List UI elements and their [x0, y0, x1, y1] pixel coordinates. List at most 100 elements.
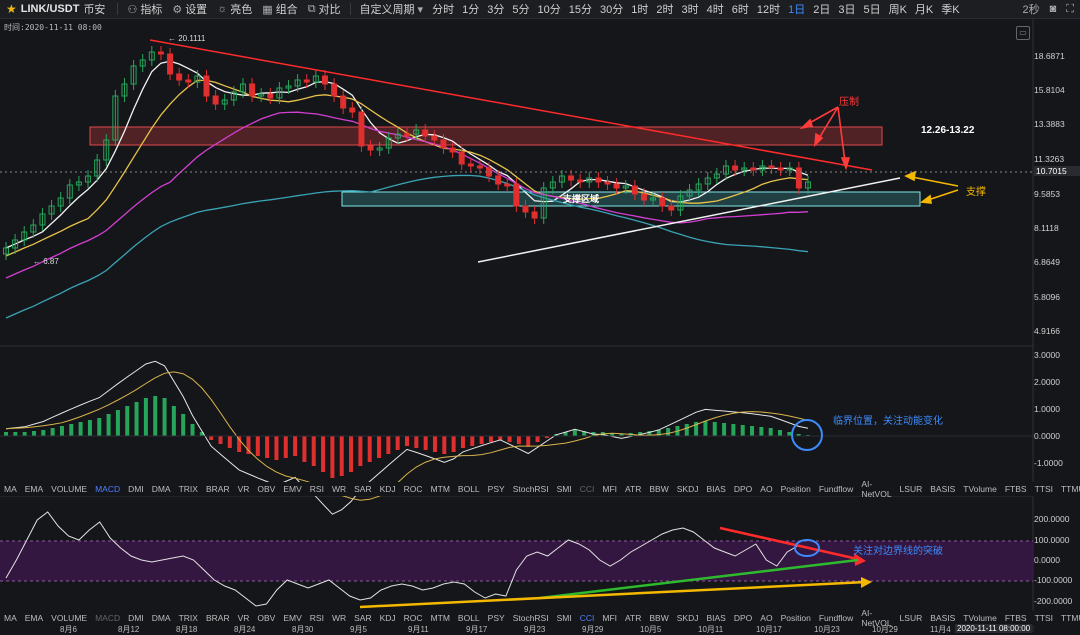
indicator-tab-psy[interactable]: PSY — [484, 613, 509, 623]
indicator-tab-trix[interactable]: TRIX — [175, 484, 202, 494]
indicator-tab-roc[interactable]: ROC — [400, 484, 427, 494]
macd-bar — [432, 436, 437, 452]
indicator-tab-dpo[interactable]: DPO — [730, 484, 756, 494]
indicator-tab-skdj[interactable]: SKDJ — [673, 484, 703, 494]
macd-bar — [134, 402, 139, 436]
macd-bar — [97, 418, 102, 436]
indicator-tab-vr[interactable]: VR — [234, 484, 254, 494]
indicator-tab-smi[interactable]: SMI — [553, 484, 576, 494]
indicator-tab-sar[interactable]: SAR — [350, 613, 375, 623]
indicator-tab-volume[interactable]: VOLUME — [47, 484, 91, 494]
indicator-tab-dmi[interactable]: DMI — [124, 613, 148, 623]
macd-bar — [442, 436, 447, 454]
indicator-tab-obv[interactable]: OBV — [253, 484, 279, 494]
indicator-tab-ttsi[interactable]: TTSI — [1031, 484, 1057, 494]
indicator-tab-bbw[interactable]: BBW — [645, 613, 672, 623]
indicator-tab-lsur[interactable]: LSUR — [896, 484, 927, 494]
indicator-tab-emv[interactable]: EMV — [279, 484, 305, 494]
indicator-tab-bias[interactable]: BIAS — [702, 484, 729, 494]
indicator-tab-wr[interactable]: WR — [328, 484, 350, 494]
indicator-tab-smi[interactable]: SMI — [553, 613, 576, 623]
indicator-tab-stochrsi[interactable]: StochRSI — [509, 613, 553, 623]
candle-body — [422, 129, 429, 137]
indicator-tab-vr[interactable]: VR — [234, 613, 254, 623]
candle-body — [568, 175, 575, 181]
indicator-tab-ttmu[interactable]: TTMU — [1057, 484, 1080, 494]
indicator-tab-position[interactable]: Position — [777, 613, 815, 623]
indicator-tab-ema[interactable]: EMA — [21, 484, 47, 494]
indicator-tab-rsi[interactable]: RSI — [306, 484, 328, 494]
indicator-tab-rsi[interactable]: RSI — [306, 613, 328, 623]
indicator-tab-cci[interactable]: CCI — [576, 484, 599, 494]
axis-tick-label: 100.0000 — [1034, 535, 1070, 545]
indicator-tab-stochrsi[interactable]: StochRSI — [509, 484, 553, 494]
indicator-tab-bbw[interactable]: BBW — [645, 484, 672, 494]
indicator-tab-kdj[interactable]: KDJ — [376, 613, 400, 623]
indicator-tab-brar[interactable]: BRAR — [202, 484, 234, 494]
indicator-tab-lsur[interactable]: LSUR — [896, 613, 927, 623]
indicator-tab-dmi[interactable]: DMI — [124, 484, 148, 494]
macd-bar — [69, 424, 74, 436]
indicator-tab-tvolume[interactable]: TVolume — [959, 484, 1001, 494]
indicator-tab-brar[interactable]: BRAR — [202, 613, 234, 623]
indicator-tab-ao[interactable]: AO — [756, 613, 776, 623]
indicator-tab-basis[interactable]: BASIS — [926, 613, 959, 623]
indicator-tab-obv[interactable]: OBV — [253, 613, 279, 623]
chart-canvas[interactable] — [0, 0, 1080, 632]
axis-tick-label: 8.1118 — [1034, 223, 1059, 233]
indicator-tab-kdj[interactable]: KDJ — [376, 484, 400, 494]
indicator-tab-emv[interactable]: EMV — [279, 613, 305, 623]
indicator-tab-basis[interactable]: BASIS — [926, 484, 959, 494]
macd-bar — [22, 432, 27, 436]
indicator-tab-mtm[interactable]: MTM — [427, 613, 454, 623]
indicator-tab-fundflow[interactable]: Fundflow — [815, 613, 858, 623]
indicator-tab-macd[interactable]: MACD — [91, 613, 124, 623]
indicator-tab-psy[interactable]: PSY — [484, 484, 509, 494]
indicator-tab-ma[interactable]: MA — [0, 613, 21, 623]
indicator-tab-mfi[interactable]: MFI — [598, 613, 621, 623]
indicator-tab-macd[interactable]: MACD — [91, 484, 124, 494]
indicator-tab-ttmu[interactable]: TTMU — [1057, 613, 1080, 623]
indicator-tab-tvolume[interactable]: TVolume — [959, 613, 1001, 623]
candle-body — [340, 95, 347, 109]
macd-bar — [731, 424, 736, 436]
indicator-tab-skdj[interactable]: SKDJ — [673, 613, 703, 623]
candle-body — [176, 73, 183, 81]
indicator-tab-ftbs[interactable]: FTBS — [1001, 613, 1031, 623]
indicator-tab-roc[interactable]: ROC — [400, 613, 427, 623]
macd-bar — [572, 430, 577, 436]
indicator-tab-ttsi[interactable]: TTSI — [1031, 613, 1057, 623]
indicator-tab-fundflow[interactable]: Fundflow — [815, 484, 858, 494]
indicator-tab-cci[interactable]: CCI — [576, 613, 599, 623]
indicator-tab-position[interactable]: Position — [777, 484, 815, 494]
axis-tick-label: 0.0000 — [1034, 555, 1060, 565]
candle-body — [349, 107, 356, 113]
date-tick-label: 10月17 — [756, 625, 782, 634]
indicator-tab-ema[interactable]: EMA — [21, 613, 47, 623]
indicator-tab-mtm[interactable]: MTM — [427, 484, 454, 494]
indicator-tab-wr[interactable]: WR — [328, 613, 350, 623]
macd-bar — [339, 436, 344, 476]
indicator-tab-boll[interactable]: BOLL — [454, 484, 484, 494]
axis-tick-label: 200.0000 — [1034, 514, 1070, 524]
indicator-tab-volume[interactable]: VOLUME — [47, 613, 91, 623]
indicator-tab-dpo[interactable]: DPO — [730, 613, 756, 623]
indicator-tab-bias[interactable]: BIAS — [702, 613, 729, 623]
axis-tick-label: -100.0000 — [1034, 575, 1073, 585]
indicator-tab-trix[interactable]: TRIX — [175, 613, 202, 623]
indicator-tab-boll[interactable]: BOLL — [454, 613, 484, 623]
indicator-tab-ma[interactable]: MA — [0, 484, 21, 494]
indicator-tab-ao[interactable]: AO — [756, 484, 776, 494]
macd-bar — [395, 436, 400, 450]
indicator-tab-ai-netvol[interactable]: AI-NetVOL — [857, 479, 895, 499]
indicator-tab-atr[interactable]: ATR — [621, 484, 645, 494]
indicator-tab-atr[interactable]: ATR — [621, 613, 645, 623]
indicator-tab-ftbs[interactable]: FTBS — [1001, 484, 1031, 494]
indicator-tab-dma[interactable]: DMA — [148, 613, 175, 623]
indicator-tab-mfi[interactable]: MFI — [598, 484, 621, 494]
candle-body — [321, 75, 328, 85]
candle-body — [504, 183, 511, 187]
macd-bar — [13, 432, 18, 436]
indicator-tab-sar[interactable]: SAR — [350, 484, 375, 494]
indicator-tab-dma[interactable]: DMA — [148, 484, 175, 494]
